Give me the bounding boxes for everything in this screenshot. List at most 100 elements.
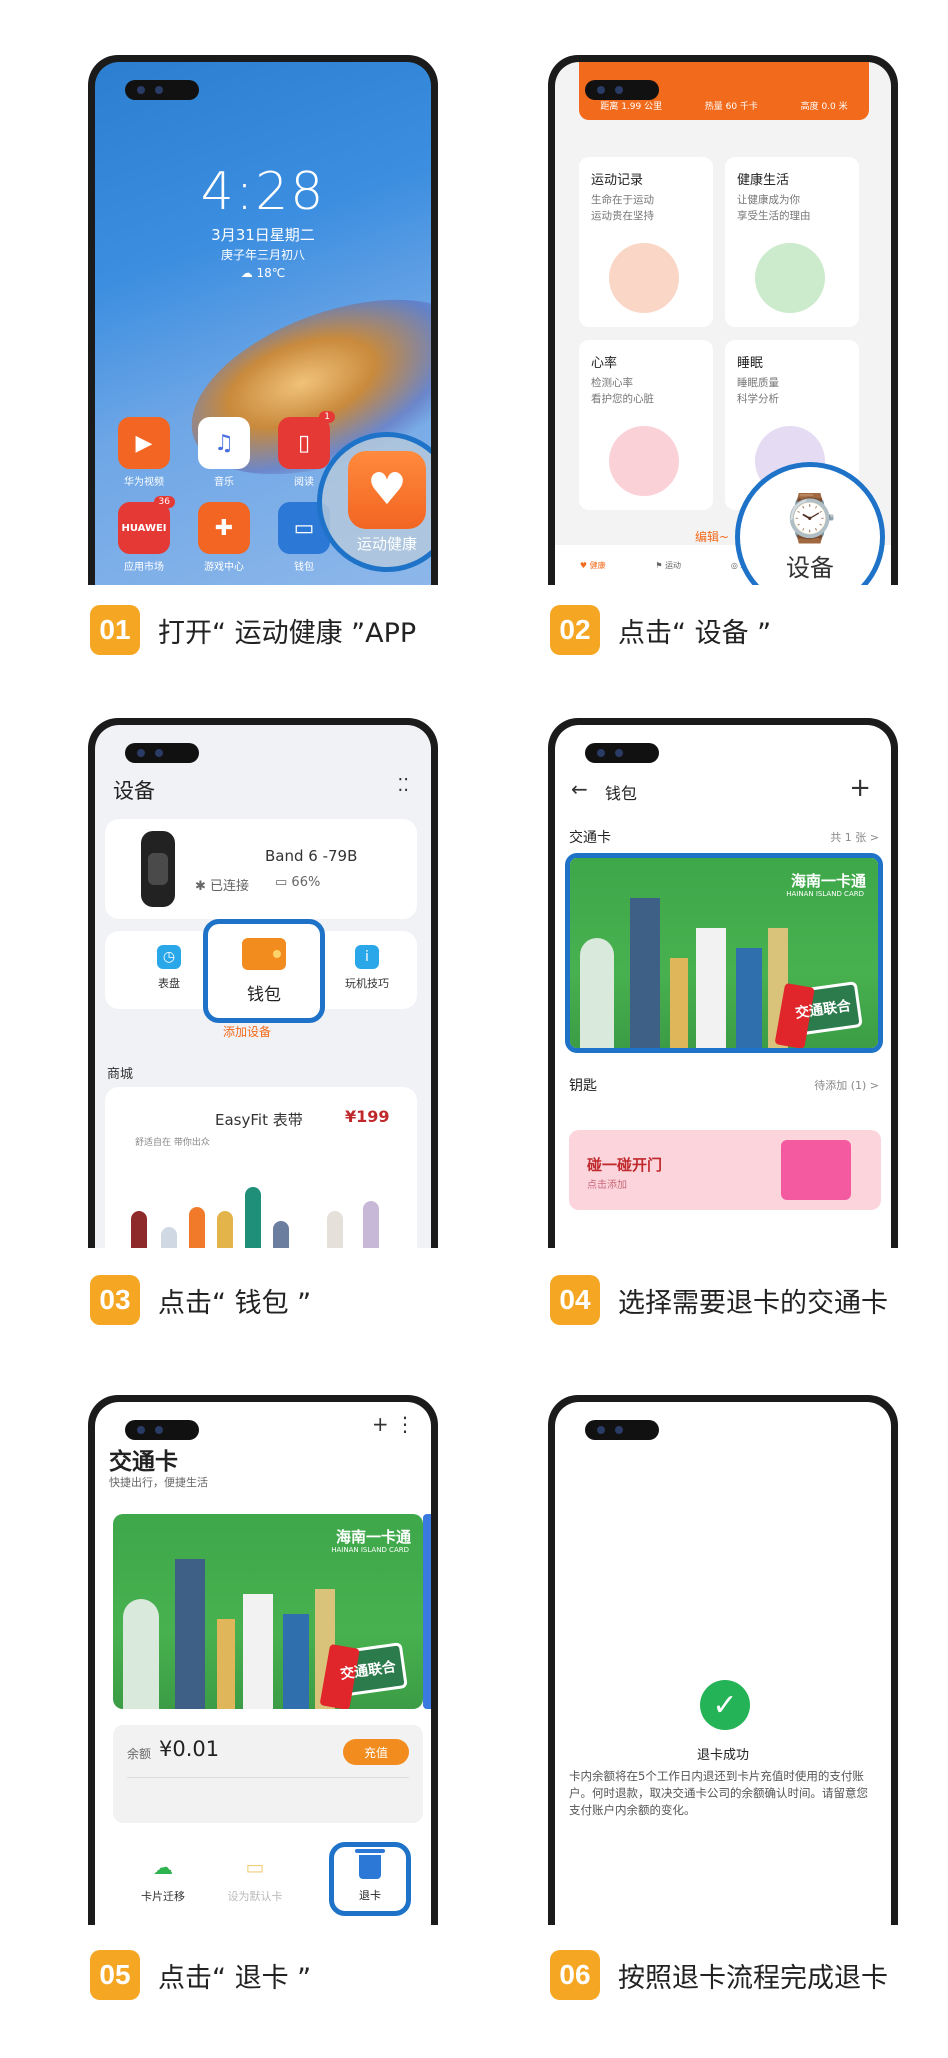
product-name: EasyFit 表带 bbox=[215, 1111, 303, 1129]
more-icon[interactable]: ⁚⁚ bbox=[398, 775, 409, 796]
step-2: 02 点击“ 设备 ” bbox=[550, 605, 771, 655]
tile-healthy-living[interactable]: 健康生活 让健康成为你 享受生活的理由 bbox=[725, 157, 859, 327]
info-icon: i bbox=[355, 945, 379, 969]
app-label: 华为视频 bbox=[124, 477, 164, 488]
transit-card[interactable]: 海南一卡通 HAINAN ISLAND CARD 交通联合 bbox=[113, 1514, 423, 1709]
app-game-center[interactable]: ✚ 游戏中心 bbox=[189, 502, 259, 573]
lock-date: 3月31日星期二 bbox=[211, 226, 315, 244]
app-huawei-video[interactable]: ▶ 华为视频 bbox=[109, 417, 179, 488]
app-grid: ▶ 华为视频 ♫ 音乐 ▯ 1 阅读 HUAWEI 36 应用市场 ✚ 游戏中心… bbox=[109, 411, 339, 573]
next-card-edge[interactable] bbox=[423, 1514, 431, 1709]
add-icon[interactable]: + bbox=[372, 1412, 389, 1436]
success-message: 卡内余额将在5个工作日内退还到卡片充值时使用的支付账户。何时退款，取决交通卡公司… bbox=[569, 1769, 868, 1817]
step-number: 06 bbox=[550, 1950, 600, 2000]
device-card[interactable]: Band 6 -79B ✱ 已连接 ▭ 66% bbox=[105, 819, 417, 919]
app-label: 游戏中心 bbox=[204, 562, 244, 573]
tab-label: 运动 bbox=[665, 560, 682, 570]
page-title: 设备 bbox=[113, 779, 155, 803]
huawei-icon: HUAWEI bbox=[118, 502, 170, 554]
building bbox=[736, 948, 762, 1048]
transit-card: 海南一卡通 HAINAN ISLAND CARD 交通联合 bbox=[570, 858, 878, 1048]
balance-value: ¥0.01 bbox=[159, 1737, 220, 1761]
action-label: 设为默认卡 bbox=[227, 1890, 283, 1903]
tile-line: 让健康成为你 bbox=[737, 194, 800, 206]
health-screen: 距离 1.99 公里 热量 60 千卡 高度 0.0 米 运动记录 生命在于运动… bbox=[555, 62, 891, 585]
play-icon: ▶ bbox=[118, 417, 170, 469]
watch-face-button[interactable]: ◷ 表盘 bbox=[139, 945, 199, 991]
transit-card-highlight[interactable]: 海南一卡通 HAINAN ISLAND CARD 交通联合 bbox=[565, 853, 883, 1053]
connection-status: ✱ 已连接 bbox=[195, 879, 250, 894]
product-card[interactable]: EasyFit 表带 ¥199 舒适自在 带你出众 bbox=[105, 1087, 417, 1248]
wallet-button-highlight[interactable]: 钱包 bbox=[203, 919, 325, 1023]
tile-heart-rate[interactable]: 心率 检测心率 看护您的心脏 bbox=[579, 340, 713, 510]
tile-title: 睡眠 bbox=[737, 356, 764, 371]
step-3: 03 点击“ 钱包 ” bbox=[90, 1275, 311, 1325]
recharge-button[interactable]: 充值 bbox=[343, 1739, 409, 1765]
union-badge: 交通联合 bbox=[328, 1642, 408, 1698]
phone-frame-4: ← 钱包 + 交通卡 共 1 张 > 海南一卡通 HAINAN ISLAND C… bbox=[548, 718, 898, 1248]
key-card[interactable]: 碰一碰开门 点击添加 bbox=[569, 1130, 881, 1210]
tile-line: 睡眠质量 bbox=[737, 377, 779, 389]
heart-icon: ♥ bbox=[348, 450, 426, 529]
function-label: 表盘 bbox=[158, 977, 180, 990]
strap-white bbox=[327, 1211, 343, 1248]
union-badge: 交通联合 bbox=[783, 981, 863, 1037]
set-default-button[interactable]: ▭ 设为默认卡 bbox=[215, 1854, 295, 1904]
key-title: 碰一碰开门 bbox=[587, 1156, 663, 1174]
building bbox=[123, 1599, 159, 1709]
transit-count[interactable]: 共 1 张 > bbox=[830, 829, 879, 845]
notification-badge: 36 bbox=[153, 496, 175, 508]
refund-card-button[interactable]: 退卡 bbox=[329, 1842, 411, 1916]
phone-frame-5: + ⋮ 交通卡 快捷出行，便捷生活 海南一卡通 HAINAN ISLAND CA… bbox=[88, 1395, 438, 1925]
tile-line: 运动贵在坚持 bbox=[591, 210, 654, 222]
camera-cutout bbox=[585, 80, 659, 100]
more-icon[interactable]: ⋮ bbox=[395, 1412, 415, 1436]
function-label: 玩机技巧 bbox=[345, 977, 389, 990]
strap-green bbox=[245, 1187, 261, 1248]
camera-cutout bbox=[585, 1420, 659, 1440]
tips-button[interactable]: i 玩机技巧 bbox=[337, 945, 397, 991]
building bbox=[243, 1594, 273, 1709]
app-music[interactable]: ♫ 音乐 bbox=[189, 417, 259, 488]
transit-card-art: 海南一卡通 HAINAN ISLAND CARD 交通联合 bbox=[113, 1514, 423, 1709]
edit-link[interactable]: 编辑~ bbox=[695, 528, 729, 545]
trash-icon bbox=[355, 1849, 385, 1879]
strap-yellow bbox=[217, 1211, 233, 1248]
back-arrow-icon[interactable]: ← bbox=[571, 777, 588, 801]
add-icon[interactable]: + bbox=[849, 773, 871, 803]
device-screen: 设备 ⁚⁚ Band 6 -79B ✱ 已连接 ▭ 66% ◷ 表盘 i 玩机技… bbox=[95, 725, 431, 1248]
card-migrate-button[interactable]: ☁ 卡片迁移 bbox=[123, 1854, 203, 1904]
building bbox=[696, 928, 726, 1048]
page-title: 钱包 bbox=[605, 784, 638, 803]
distance-stat: 距离 1.99 公里 bbox=[600, 102, 663, 112]
step-number: 01 bbox=[90, 605, 140, 655]
building bbox=[670, 958, 688, 1048]
strap-blue bbox=[273, 1221, 289, 1248]
transit-card-screen: + ⋮ 交通卡 快捷出行，便捷生活 海南一卡通 HAINAN ISLAND CA… bbox=[95, 1402, 431, 1925]
tile-title: 心率 bbox=[591, 356, 618, 371]
book-icon: ▯ bbox=[278, 417, 330, 469]
tile-exercise-record[interactable]: 运动记录 生命在于运动 运动贵在坚持 bbox=[579, 157, 713, 327]
clover-icon bbox=[755, 243, 825, 313]
height-stat: 高度 0.0 米 bbox=[800, 102, 848, 112]
card-icon: ▭ bbox=[245, 1855, 265, 1879]
card-logo-sub: HAINAN ISLAND CARD bbox=[331, 1546, 409, 1554]
health-app-label: 运动健康 bbox=[356, 534, 417, 553]
battery-label: 66% bbox=[291, 875, 321, 890]
key-count[interactable]: 待添加 (1) > bbox=[814, 1077, 879, 1093]
app-appgallery[interactable]: HUAWEI 36 应用市场 bbox=[109, 496, 179, 573]
tab-exercise[interactable]: ⚑ 运动 bbox=[655, 560, 681, 571]
add-device-link[interactable]: 添加设备 bbox=[223, 1023, 271, 1040]
step-1: 01 打开“ 运动健康 ”APP bbox=[90, 605, 416, 655]
watch-icon: ⌚ bbox=[781, 491, 839, 545]
step-number: 04 bbox=[550, 1275, 600, 1325]
phone-frame-1: 4:28 3月31日星期二 庚子年三月初八 ☁ 18℃ ▶ 华为视频 ♫ 音乐 … bbox=[88, 55, 438, 585]
header-actions: + ⋮ bbox=[372, 1412, 415, 1436]
location-pin-icon bbox=[609, 243, 679, 313]
tile-line: 检测心率 bbox=[591, 377, 633, 389]
step-6: 06 按照退卡流程完成退卡 bbox=[550, 1950, 888, 2000]
battery-level: ▭ 66% bbox=[275, 875, 321, 890]
camera-cutout bbox=[125, 743, 199, 763]
camera-cutout bbox=[125, 80, 199, 100]
tab-health[interactable]: ♥ 健康 bbox=[580, 560, 606, 571]
